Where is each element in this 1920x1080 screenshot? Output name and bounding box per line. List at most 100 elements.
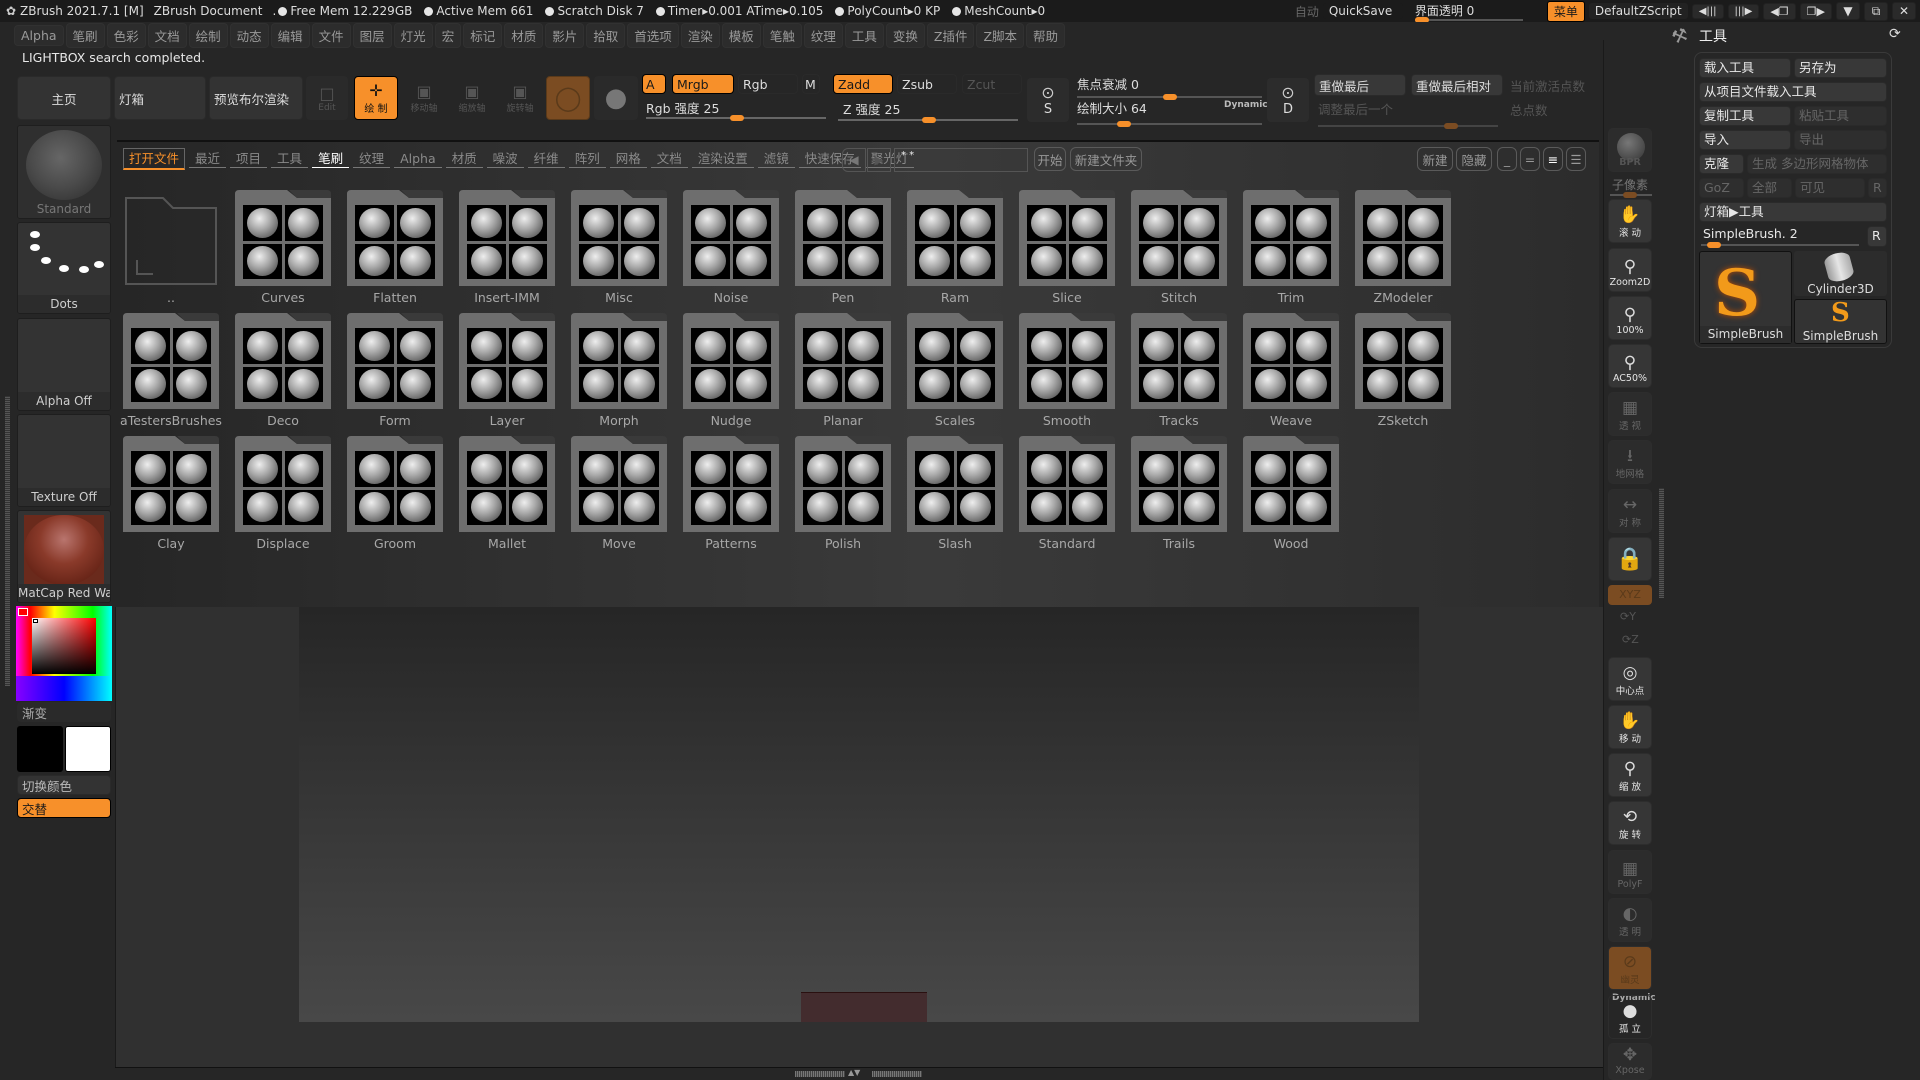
tool-palette-title[interactable]: 工具 [1699,26,1727,46]
paste-tool-button[interactable]: 粘贴工具 [1794,106,1887,126]
brush-folder[interactable]: Trim [1243,190,1339,305]
switch-color-button[interactable]: 切换颜色 [17,775,111,795]
move-view-button[interactable]: ✋ 移 动 [1608,705,1652,749]
brush-folder[interactable]: Layer [459,313,555,428]
reset-palette-icon[interactable]: ⟳ [1889,26,1901,42]
alternate-button[interactable]: 交替 [17,798,111,818]
brush-folder[interactable]: Flatten [347,190,443,305]
menu-item[interactable]: 图层 [352,22,392,48]
color-cursor[interactable] [33,619,38,623]
export-button[interactable]: 导出 [1794,130,1887,150]
xpose-button[interactable]: ✥ Xpose [1608,1043,1652,1080]
shrink-right-icon[interactable]: |||▶ [1727,3,1760,19]
menu-item[interactable]: 材质 [504,22,544,48]
clone-button[interactable]: 克隆 [1699,154,1744,174]
material-preview-button[interactable]: ◯ [546,76,590,120]
menu-item[interactable]: 标记 [463,22,503,48]
m-toggle[interactable]: M [802,74,820,94]
script-button[interactable]: DefaultZScript [1588,3,1688,19]
lightbox-tab[interactable]: 阵列 [568,150,606,168]
adjust-last-slider[interactable] [1318,123,1498,129]
goz-all-button[interactable]: 全部 [1747,178,1792,198]
goz-r-button[interactable]: R [1868,178,1887,198]
brush-folder[interactable]: Scales [907,313,1003,428]
lightbox-tab[interactable]: 文档 [650,150,688,168]
bpr-preview-button[interactable]: 预览布尔渲染 [209,76,303,120]
brush-folder[interactable]: Tracks [1131,313,1227,428]
lazy-mouse-s-button[interactable]: ⊙ S [1027,78,1069,122]
menu-item[interactable]: 首选项 [627,22,679,48]
slider-knob[interactable] [1163,94,1177,100]
ghost-button[interactable]: ⊘ 幽灵 [1608,946,1652,990]
primary-color-swatch[interactable] [65,726,111,772]
redo-last-relative-button[interactable]: 重做最后相对 [1411,74,1503,96]
lightbox-tab[interactable]: 最近 [189,150,227,168]
brush-folder[interactable]: Stitch [1131,190,1227,305]
brush-folder[interactable]: Morph [571,313,667,428]
symmetry-button[interactable]: ↔ 对 称 [1608,489,1652,533]
brush-folder[interactable]: Displace [235,436,331,551]
slider-knob[interactable] [922,117,936,123]
size-small-icon[interactable]: _ [1497,147,1517,171]
subpixel-slider[interactable] [1610,192,1652,198]
tool-thumb-simplebrush-small[interactable]: S SimpleBrush [1794,298,1887,344]
lock-camera-button[interactable]: 🔒 [1608,537,1652,581]
make-polymesh-button[interactable]: 生成 多边形网格物体 [1747,154,1887,174]
brush-folder[interactable]: Deco [235,313,331,428]
save-as-button[interactable]: 另存为 [1794,58,1887,78]
shrink-left-icon[interactable]: ◀||| [1691,3,1724,19]
load-from-project-button[interactable]: 从项目文件载入工具 [1699,82,1887,102]
lightbox-tab[interactable]: 笔刷 [312,150,350,168]
lightbox-button[interactable]: 灯箱 [114,76,206,120]
zsub-toggle[interactable]: Zsub [897,74,957,94]
edit-button[interactable]: □ Edit [306,76,348,120]
menu-item[interactable]: 文件 [311,22,351,48]
load-tool-button[interactable]: 载入工具 [1699,58,1791,78]
slider-knob[interactable] [1707,242,1721,248]
antialiased-half-button[interactable]: ⚲ AC50% [1608,344,1652,388]
slider-knob[interactable] [1117,121,1131,127]
lightbox-tab[interactable]: 纹理 [353,150,391,168]
color-picker[interactable] [16,606,112,701]
floor-grid-button[interactable]: ⭳ 地网格 [1608,440,1652,484]
brush-folder[interactable]: Ram [907,190,1003,305]
alpha-selector[interactable]: Alpha Off [17,318,111,411]
menu-item[interactable]: 色彩 [106,22,146,48]
hide-button[interactable]: 隐藏 [1456,147,1492,171]
brush-folder[interactable]: Form [347,313,443,428]
expand-tray-icon[interactable]: ▲▼ [848,1068,860,1077]
brush-folder[interactable]: Polish [795,436,891,551]
menu-item[interactable]: 文档 [147,22,187,48]
menu-item[interactable]: 影片 [545,22,585,48]
brush-folder[interactable]: aTestersBrushes [120,313,222,428]
lightbox-search-input[interactable]: * * [894,148,1028,172]
menu-item[interactable]: 编辑 [270,22,310,48]
brush-selector[interactable]: Standard [17,125,111,219]
center-point-button[interactable]: ◎ 中心点 [1608,657,1652,701]
brush-folder[interactable]: Pen [795,190,891,305]
draw-size-slider[interactable] [1077,121,1262,127]
prev-layout-icon[interactable]: ◀❐ [1763,2,1796,20]
prev-page-icon[interactable]: ◀ [842,148,866,172]
lightbox-tab[interactable]: Alpha [394,150,442,168]
minimize-icon[interactable]: ▼ [1836,2,1860,20]
redo-last-button[interactable]: 重做最后 [1314,74,1406,96]
lightbox-tab[interactable]: 打开文件 [123,148,186,170]
next-layout-icon[interactable]: ❐▶ [1799,2,1832,20]
next-page-icon[interactable]: ▶ [867,148,891,172]
zoom2d-button[interactable]: ⚲ Zoom2D [1608,248,1652,292]
close-icon[interactable]: ✕ [1892,2,1916,20]
tray-scroll-handle[interactable] [5,396,10,686]
lightbox-tab[interactable]: 噪波 [486,150,524,168]
rotate-axis-button[interactable]: ▣ 旋转轴 [498,76,542,120]
zadd-toggle[interactable]: Zadd [833,74,893,94]
brush-folder[interactable]: ZModeler [1355,190,1451,305]
perspective-button[interactable]: ▦ 透 视 [1608,392,1652,436]
brush-folder[interactable]: Groom [347,436,443,551]
lightbox-tab[interactable]: 滤镜 [757,150,795,168]
shape-preview-button[interactable]: ● [594,76,638,120]
menu-button[interactable]: 菜单 [1546,0,1585,22]
lightbox-tab[interactable]: 项目 [230,150,268,168]
menu-item[interactable]: 动态 [229,22,269,48]
copy-tool-button[interactable]: 复制工具 [1699,106,1791,126]
